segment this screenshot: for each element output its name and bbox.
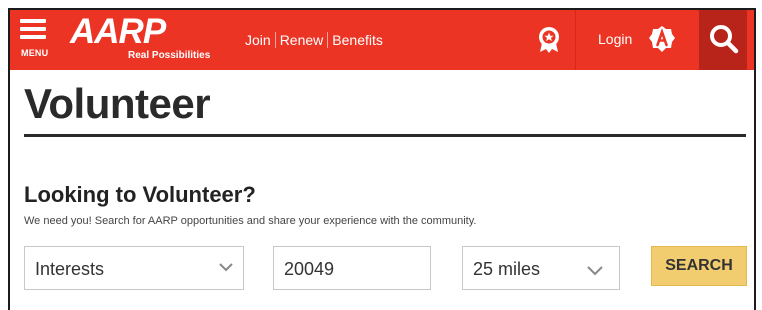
zip-code-value: 20049 <box>284 259 335 279</box>
menu-icon[interactable] <box>20 19 48 43</box>
search-icon <box>710 25 739 54</box>
zip-code-input[interactable]: 20049 <box>273 246 431 290</box>
search-button[interactable]: SEARCH <box>651 246 747 286</box>
nav-separator <box>274 32 276 48</box>
section-description: We need you! Search for AARP opportuniti… <box>24 215 477 227</box>
interests-value: Interests <box>35 259 105 279</box>
section-heading: Looking to Volunteer? <box>24 182 256 207</box>
nav-join-link[interactable]: Join <box>245 32 271 48</box>
chevron-down-icon <box>219 263 233 272</box>
site-header: MENU AARP Real Possibilities Join Renew … <box>10 10 754 70</box>
header-search-button[interactable] <box>699 10 747 70</box>
aarp-logo[interactable]: AARP <box>70 12 166 52</box>
nav-renew-link[interactable]: Renew <box>280 32 324 48</box>
distance-value: 25 miles <box>473 259 541 279</box>
browser-viewport: MENU AARP Real Possibilities Join Renew … <box>8 8 756 310</box>
login-link[interactable]: Login <box>598 31 632 47</box>
logo-tagline: Real Possibilities <box>128 50 211 61</box>
login-avatar-icon[interactable] <box>648 25 676 53</box>
nav-separator <box>327 32 329 48</box>
header-nav: Join Renew Benefits <box>245 32 383 48</box>
header-divider <box>575 10 576 70</box>
page-title: Volunteer <box>24 80 211 127</box>
menu-label[interactable]: MENU <box>21 48 48 58</box>
interests-select[interactable]: Interests <box>24 246 244 290</box>
chevron-down-icon <box>587 266 603 276</box>
distance-select[interactable]: 25 miles <box>462 246 620 290</box>
rewards-badge-icon[interactable] <box>538 27 560 53</box>
nav-benefits-link[interactable]: Benefits <box>332 32 383 48</box>
title-divider <box>24 134 746 137</box>
